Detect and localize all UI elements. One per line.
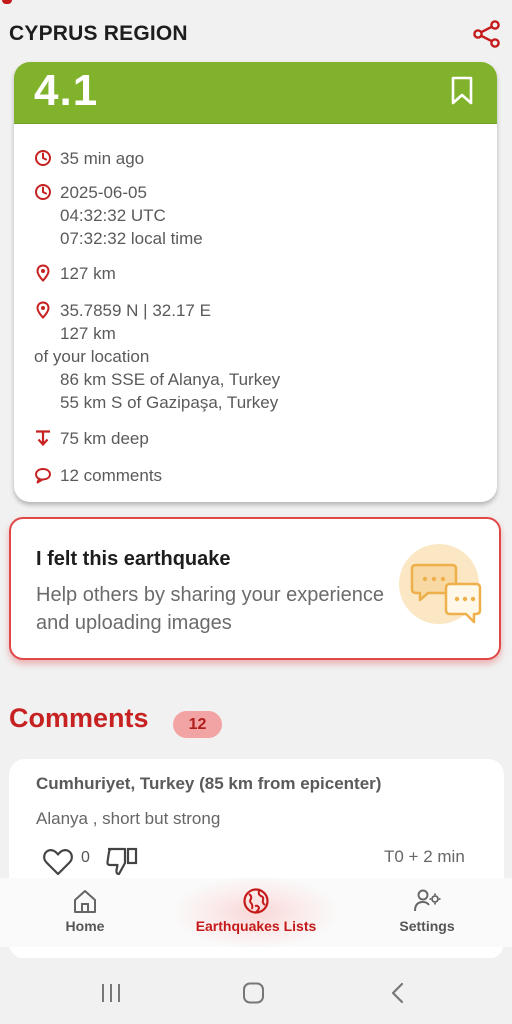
felt-earthquake-card[interactable]: I felt this earthquake Help others by sh… <box>9 517 501 660</box>
system-navigation-bar <box>0 958 512 1024</box>
date-row: 2025-06-05 <box>34 181 147 204</box>
magnitude-value: 4.1 <box>34 66 99 115</box>
nav-home-label: Home <box>65 918 105 934</box>
nearby-place-1: 86 km SSE of Alanya, Turkey <box>60 370 281 389</box>
comment-author: Cumhuriyet, Turkey (85 km from epicenter… <box>36 774 382 793</box>
header: CYPRUS REGION <box>0 0 512 62</box>
distance: 127 km <box>60 264 116 283</box>
home-icon <box>74 890 96 913</box>
felt-title: I felt this earthquake <box>36 548 231 570</box>
coordinates-row: 35.7859 N | 32.17 E <box>34 299 211 322</box>
utc-time: 04:32:32 UTC <box>60 206 166 225</box>
like-count: 0 <box>81 849 90 866</box>
felt-description: Help others by sharing your experience a… <box>36 584 384 634</box>
distance-from-you: 127 km <box>60 324 116 343</box>
bottom-navigation: Home Earthquakes Lists Settings <box>0 878 512 947</box>
of-your-location: of your location <box>34 347 150 366</box>
comment-time: T0 + 2 min <box>384 847 465 866</box>
comments-count: 12 comments <box>60 466 163 485</box>
page-title: CYPRUS REGION <box>9 22 188 45</box>
comments-heading: Comments <box>9 703 149 733</box>
chat-bubbles-icon <box>399 544 482 624</box>
local-time: 07:32:32 local time <box>60 229 203 248</box>
earthquake-card: 4.1 35 min ago 2025-06-05 04:32:32 UTC 0… <box>14 62 497 502</box>
comment-text: Alanya , short but strong <box>36 809 221 828</box>
heart-icon[interactable] <box>42 847 74 877</box>
event-date: 2025-06-05 <box>60 183 147 202</box>
depth: 75 km deep <box>60 429 149 448</box>
home-system-icon[interactable] <box>241 982 267 1004</box>
time-ago: 35 min ago <box>60 149 145 168</box>
nav-earthquakes-lists[interactable]: Earthquakes Lists <box>176 878 336 947</box>
share-icon[interactable] <box>472 20 502 48</box>
back-icon[interactable] <box>386 982 412 1004</box>
comments-count-badge: 12 <box>173 711 222 738</box>
distance-row: 127 km <box>34 262 116 285</box>
clock-icon <box>35 150 51 166</box>
magnitude-bar: 4.1 <box>14 62 497 124</box>
nav-settings-label: Settings <box>399 918 455 934</box>
clock-icon <box>35 184 51 200</box>
nav-earthquakes-lists-label: Earthquakes Lists <box>195 918 317 934</box>
comment-icon <box>35 468 51 484</box>
thumbs-down-icon[interactable] <box>105 845 139 877</box>
comments-count-row[interactable]: 12 comments <box>34 464 162 487</box>
depth-row: 75 km deep <box>34 427 149 450</box>
nav-home[interactable]: Home <box>30 878 140 947</box>
bookmark-icon[interactable] <box>450 76 474 106</box>
nav-settings[interactable]: Settings <box>372 878 482 947</box>
time-ago-row: 35 min ago <box>34 147 144 170</box>
coordinates: 35.7859 N | 32.17 E <box>60 301 211 320</box>
settings-icon <box>414 889 441 912</box>
nearby-place-2: 55 km S of Gazipaşa, Turkey <box>60 393 279 412</box>
globe-icon <box>243 888 269 914</box>
recent-apps-icon[interactable] <box>99 982 125 1004</box>
location-pin-icon <box>36 264 50 282</box>
location-pin-icon <box>36 301 50 319</box>
depth-arrow-icon <box>36 430 50 447</box>
